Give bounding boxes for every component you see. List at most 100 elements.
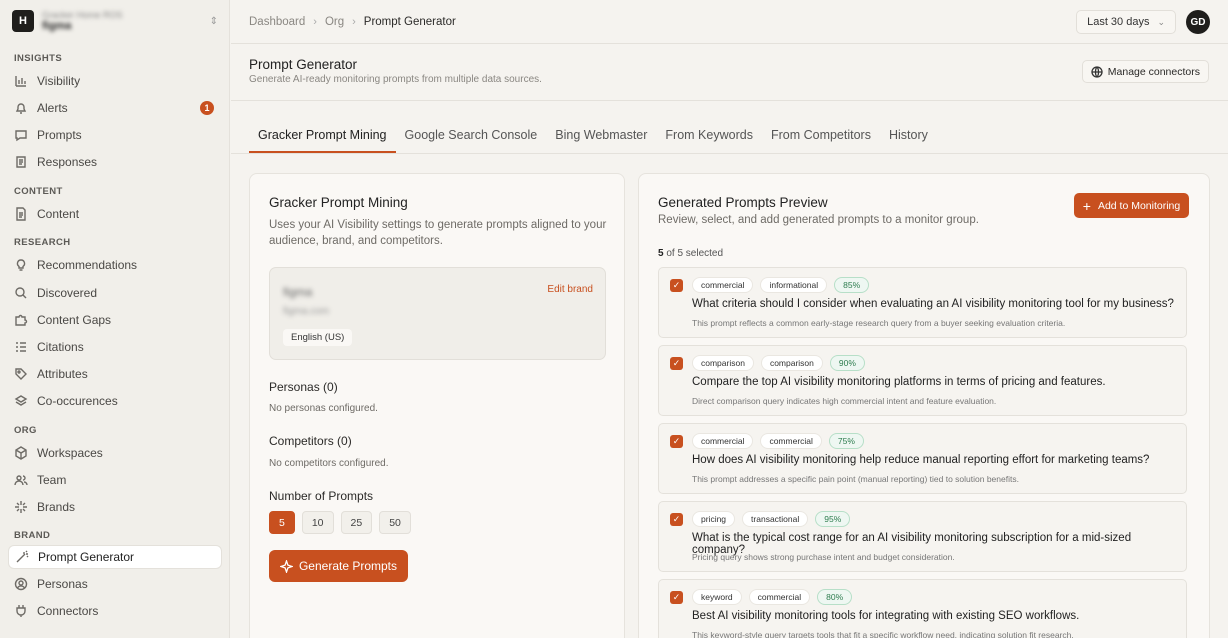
- card-description-line1: Uses your AI Visibility settings to gene…: [269, 219, 607, 231]
- workspace-switcher[interactable]: H Gracker Home ROS figma ⇕: [8, 6, 222, 36]
- globe-icon: [1091, 65, 1103, 78]
- intent-tag: comparison: [760, 355, 823, 371]
- prompt-text: Best AI visibility monitoring tools for …: [692, 610, 1080, 622]
- prompt-text: What criteria should I consider when eva…: [692, 298, 1174, 310]
- sidebar-item-workspaces[interactable]: Workspaces: [8, 441, 222, 465]
- avatar[interactable]: GD: [1186, 10, 1210, 34]
- sidebar-item-discovered[interactable]: Discovered: [8, 281, 222, 305]
- prompt-count-option-10[interactable]: 10: [301, 511, 334, 534]
- sidebar-item-brands[interactable]: Brands: [8, 495, 222, 519]
- checkbox-checked-icon[interactable]: ✓: [670, 591, 683, 604]
- brand-name: figma: [283, 285, 313, 299]
- sparkle-icon: [15, 501, 27, 513]
- prompt-text: How does AI visibility monitoring help r…: [692, 454, 1150, 466]
- source-tabs: Gracker Prompt Mining Google Search Cons…: [249, 118, 937, 153]
- competitors-label: Competitors (0): [269, 434, 352, 448]
- preview-title: Generated Prompts Preview: [658, 195, 828, 210]
- chevron-right-icon: ›: [313, 15, 317, 28]
- checkbox-checked-icon[interactable]: ✓: [670, 357, 683, 370]
- score-badge: 80%: [817, 589, 853, 605]
- language-badge: English (US): [283, 329, 353, 346]
- section-brand: BRAND: [14, 530, 51, 541]
- workspace-name: figma: [42, 20, 72, 32]
- sidebar-item-co-occurences[interactable]: Co-occurences: [8, 389, 222, 413]
- bell-icon: [15, 103, 27, 114]
- selected-count: 5 of 5 selected: [658, 248, 724, 259]
- sidebar-item-visibility[interactable]: Visibility: [8, 69, 222, 93]
- tab-gracker-prompt-mining[interactable]: Gracker Prompt Mining: [249, 118, 396, 153]
- sidebar-item-responses[interactable]: Responses: [8, 150, 222, 174]
- sidebar-item-team[interactable]: Team: [8, 468, 222, 492]
- tabs-divider: [231, 153, 1228, 154]
- checkbox-checked-icon[interactable]: ✓: [670, 435, 683, 448]
- score-badge: 85%: [834, 277, 870, 293]
- prompt-item[interactable]: ✓ comparison comparison 90% Compare the to…: [658, 345, 1187, 416]
- sidebar-item-prompt-generator[interactable]: Prompt Generator: [8, 545, 222, 569]
- document-icon: [16, 207, 26, 221]
- sidebar-item-personas[interactable]: Personas: [8, 572, 222, 596]
- manage-connectors-button[interactable]: Manage connectors: [1081, 60, 1209, 83]
- alerts-count-badge: 1: [200, 101, 214, 115]
- prompt-count-option-5[interactable]: 5: [269, 511, 295, 534]
- breadcrumb: Dashboard › Org › Prompt Generator: [249, 16, 456, 28]
- tab-bing-webmaster[interactable]: Bing Webmaster: [546, 118, 656, 153]
- chevron-down-icon: ⌄: [1157, 16, 1165, 27]
- breadcrumb-dashboard[interactable]: Dashboard: [249, 16, 305, 28]
- chevron-right-icon: ›: [352, 15, 356, 28]
- sparkle-icon: [279, 559, 293, 573]
- sidebar-item-citations[interactable]: Citations: [8, 335, 222, 359]
- brand-url: figma.com: [283, 306, 330, 317]
- score-badge: 75%: [828, 433, 864, 449]
- intent-tag: commercial: [748, 589, 811, 605]
- prompt-count-option-50[interactable]: 50: [379, 511, 411, 534]
- sidebar-item-content-gaps[interactable]: Content Gaps: [8, 308, 222, 332]
- prompt-item[interactable]: ✓ commercial informational 85% What criter…: [658, 267, 1187, 338]
- prompt-item[interactable]: ✓ pricing transactional 95% What is the ty…: [658, 501, 1187, 572]
- intent-tag: informational: [760, 277, 828, 293]
- breadcrumb-org[interactable]: Org: [325, 16, 344, 28]
- sidebar-item-connectors[interactable]: Connectors: [8, 599, 222, 623]
- prompt-item[interactable]: ✓ commercial commercial 75% How does AI vi…: [658, 423, 1187, 494]
- sidebar-item-alerts[interactable]: Alerts 1: [8, 96, 222, 120]
- prompt-description: This prompt reflects a common early-stag…: [692, 318, 1066, 328]
- tab-google-search-console[interactable]: Google Search Console: [396, 118, 547, 153]
- tab-from-keywords[interactable]: From Keywords: [656, 118, 762, 153]
- plug-icon: [16, 605, 26, 617]
- workspace-logo: H: [12, 10, 34, 32]
- intent-tag: pricing: [692, 511, 736, 527]
- prompt-text: Compare the top AI visibility monitoring…: [692, 376, 1106, 388]
- search-icon: [15, 287, 27, 299]
- section-insights: INSIGHTS: [14, 53, 63, 64]
- chevron-updown-icon: ⇕: [209, 15, 218, 27]
- competitors-empty: No competitors configured.: [269, 458, 389, 469]
- prompt-item[interactable]: ✓ keyword commercial 80% Best AI visibilit…: [658, 579, 1187, 638]
- date-range-select[interactable]: Last 30 days ⌄: [1076, 10, 1176, 34]
- bar-chart-icon: [15, 76, 26, 87]
- message-icon: [15, 130, 27, 142]
- lightbulb-icon: [16, 259, 26, 271]
- intent-tag: comparison: [692, 355, 754, 371]
- tab-from-competitors[interactable]: From Competitors: [762, 118, 880, 153]
- wand-icon: [16, 550, 29, 563]
- list-icon: [16, 342, 26, 352]
- sidebar-item-recommendations[interactable]: Recommendations: [8, 253, 222, 277]
- breadcrumb-current: Prompt Generator: [363, 15, 456, 28]
- prompt-count-option-25[interactable]: 25: [340, 511, 373, 534]
- sidebar-item-content[interactable]: Content: [8, 202, 222, 226]
- generate-prompts-button[interactable]: Generate Prompts: [269, 550, 408, 582]
- checkbox-checked-icon[interactable]: ✓: [670, 513, 683, 526]
- sidebar-item-attributes[interactable]: Attributes: [8, 362, 222, 386]
- tab-history[interactable]: History: [880, 118, 937, 153]
- personas-label: Personas (0): [269, 380, 338, 394]
- tag-icon: [15, 368, 27, 380]
- edit-brand-link[interactable]: Edit brand: [547, 284, 593, 295]
- score-badge: 95%: [815, 511, 851, 527]
- intent-tag: keyword: [692, 589, 742, 605]
- sidebar-item-prompts[interactable]: Prompts: [8, 123, 222, 147]
- add-to-monitoring-button[interactable]: + Add to Monitoring: [1074, 193, 1189, 218]
- brand-summary: figma figma.com Edit brand English (US): [269, 267, 606, 360]
- box-icon: [15, 446, 27, 460]
- users-icon: [14, 475, 28, 486]
- checkbox-checked-icon[interactable]: ✓: [670, 279, 683, 292]
- card-description-line2: audience, brand, and competitors.: [269, 235, 443, 247]
